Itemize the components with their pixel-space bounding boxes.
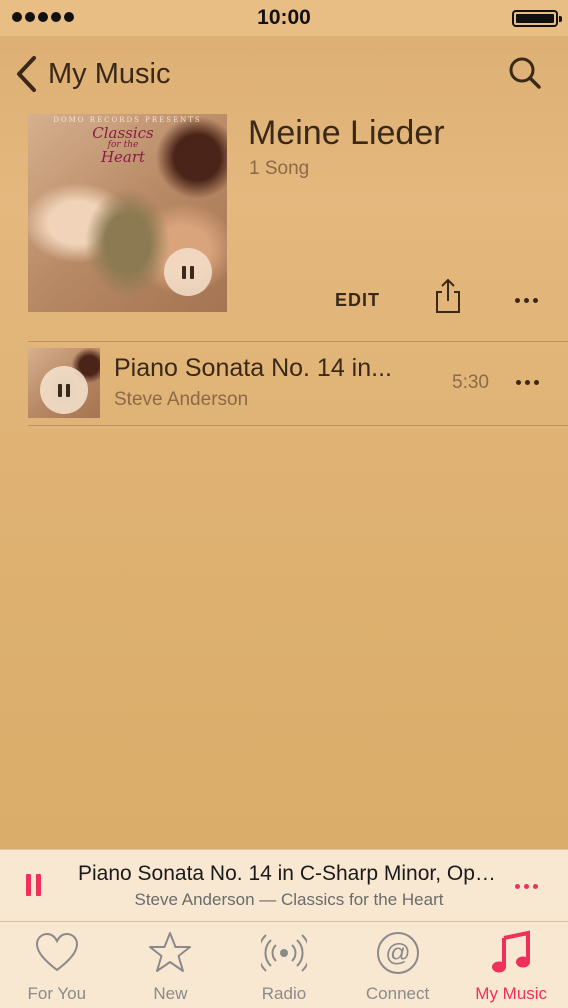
song-artwork xyxy=(28,348,100,418)
mini-player-title: Piano Sonata No. 14 in C-Sharp Minor, Op… xyxy=(78,862,500,885)
playlist-pause-button[interactable] xyxy=(164,248,212,296)
battery-icon xyxy=(512,10,562,27)
edit-button[interactable]: EDIT xyxy=(335,290,380,311)
album-artwork: DOMO RECORDS PRESENTS Classics for the H… xyxy=(28,114,227,312)
heart-icon xyxy=(35,932,78,972)
pause-icon xyxy=(182,265,194,279)
search-icon[interactable] xyxy=(508,56,542,90)
tab-new[interactable]: New xyxy=(114,922,228,1008)
mini-player-subtitle: Steve Anderson — Classics for the Heart xyxy=(134,890,444,909)
mini-player[interactable]: Piano Sonata No. 14 in C-Sharp Minor, Op… xyxy=(0,849,568,921)
album-art-label: DOMO RECORDS PRESENTS xyxy=(53,116,202,124)
mini-player-more-button[interactable] xyxy=(515,884,538,889)
back-label: My Music xyxy=(48,57,171,90)
music-note-icon xyxy=(492,930,531,973)
tab-label: My Music xyxy=(475,984,548,1003)
song-title: Piano Sonata No. 14 in... xyxy=(114,354,392,382)
pause-icon xyxy=(58,383,70,397)
status-time: 10:00 xyxy=(257,6,311,29)
album-art-title: Classics for the Heart xyxy=(78,126,168,166)
tab-for-you[interactable]: For You xyxy=(0,922,114,1008)
playlist-more-button[interactable] xyxy=(515,298,538,303)
song-more-button[interactable] xyxy=(516,380,539,385)
svg-text:@: @ xyxy=(385,939,410,967)
song-duration: 5:30 xyxy=(452,372,489,393)
tab-label: New xyxy=(153,984,188,1003)
tab-my-music[interactable]: My Music xyxy=(454,922,568,1008)
playlist-song-count: 1 Song xyxy=(249,158,310,179)
song-artist: Steve Anderson xyxy=(114,389,249,410)
signal-strength-icon xyxy=(12,12,74,22)
share-icon[interactable] xyxy=(434,278,462,314)
at-icon: @ xyxy=(376,932,419,974)
song-row[interactable]: Piano Sonata No. 14 in... Steve Anderson… xyxy=(28,342,568,425)
song-pause-button[interactable] xyxy=(40,366,88,414)
mini-player-pause-button[interactable] xyxy=(26,874,41,896)
album-art-title-line3: Heart xyxy=(100,148,146,166)
back-button[interactable]: My Music xyxy=(14,54,170,94)
playlist-title: Meine Lieder xyxy=(248,114,445,152)
tab-bar: For You New Radio @ Connect My Music xyxy=(0,921,568,1008)
tab-label: Radio xyxy=(261,984,307,1003)
navigation-bar: My Music xyxy=(0,36,568,114)
tab-label: Connect xyxy=(365,984,430,1003)
status-bar: 10:00 xyxy=(0,0,568,36)
radio-icon xyxy=(260,934,307,972)
tab-connect[interactable]: @ Connect xyxy=(341,922,455,1008)
divider xyxy=(28,425,568,426)
star-icon xyxy=(149,932,192,972)
tab-label: For You xyxy=(27,984,87,1003)
chevron-left-icon xyxy=(17,56,36,92)
tab-radio[interactable]: Radio xyxy=(227,922,341,1008)
